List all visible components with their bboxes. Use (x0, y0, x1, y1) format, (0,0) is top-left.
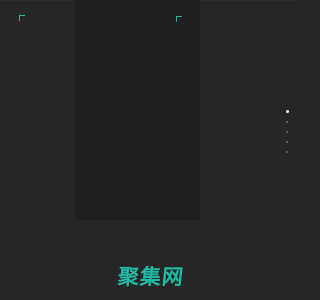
page-dot-4[interactable] (286, 141, 288, 143)
page-dot-2[interactable] (286, 121, 288, 123)
corner-bracket-icon (176, 16, 182, 22)
content-panel (75, 0, 200, 220)
page-dot-5[interactable] (286, 151, 288, 153)
brand-logo[interactable]: 聚集网 (116, 262, 186, 292)
page-dot-1[interactable] (285, 110, 289, 113)
page-indicator (284, 110, 290, 153)
corner-bracket-icon (19, 15, 25, 21)
page-background: 聚集网 (0, 0, 300, 300)
page-dot-3[interactable] (286, 131, 288, 133)
